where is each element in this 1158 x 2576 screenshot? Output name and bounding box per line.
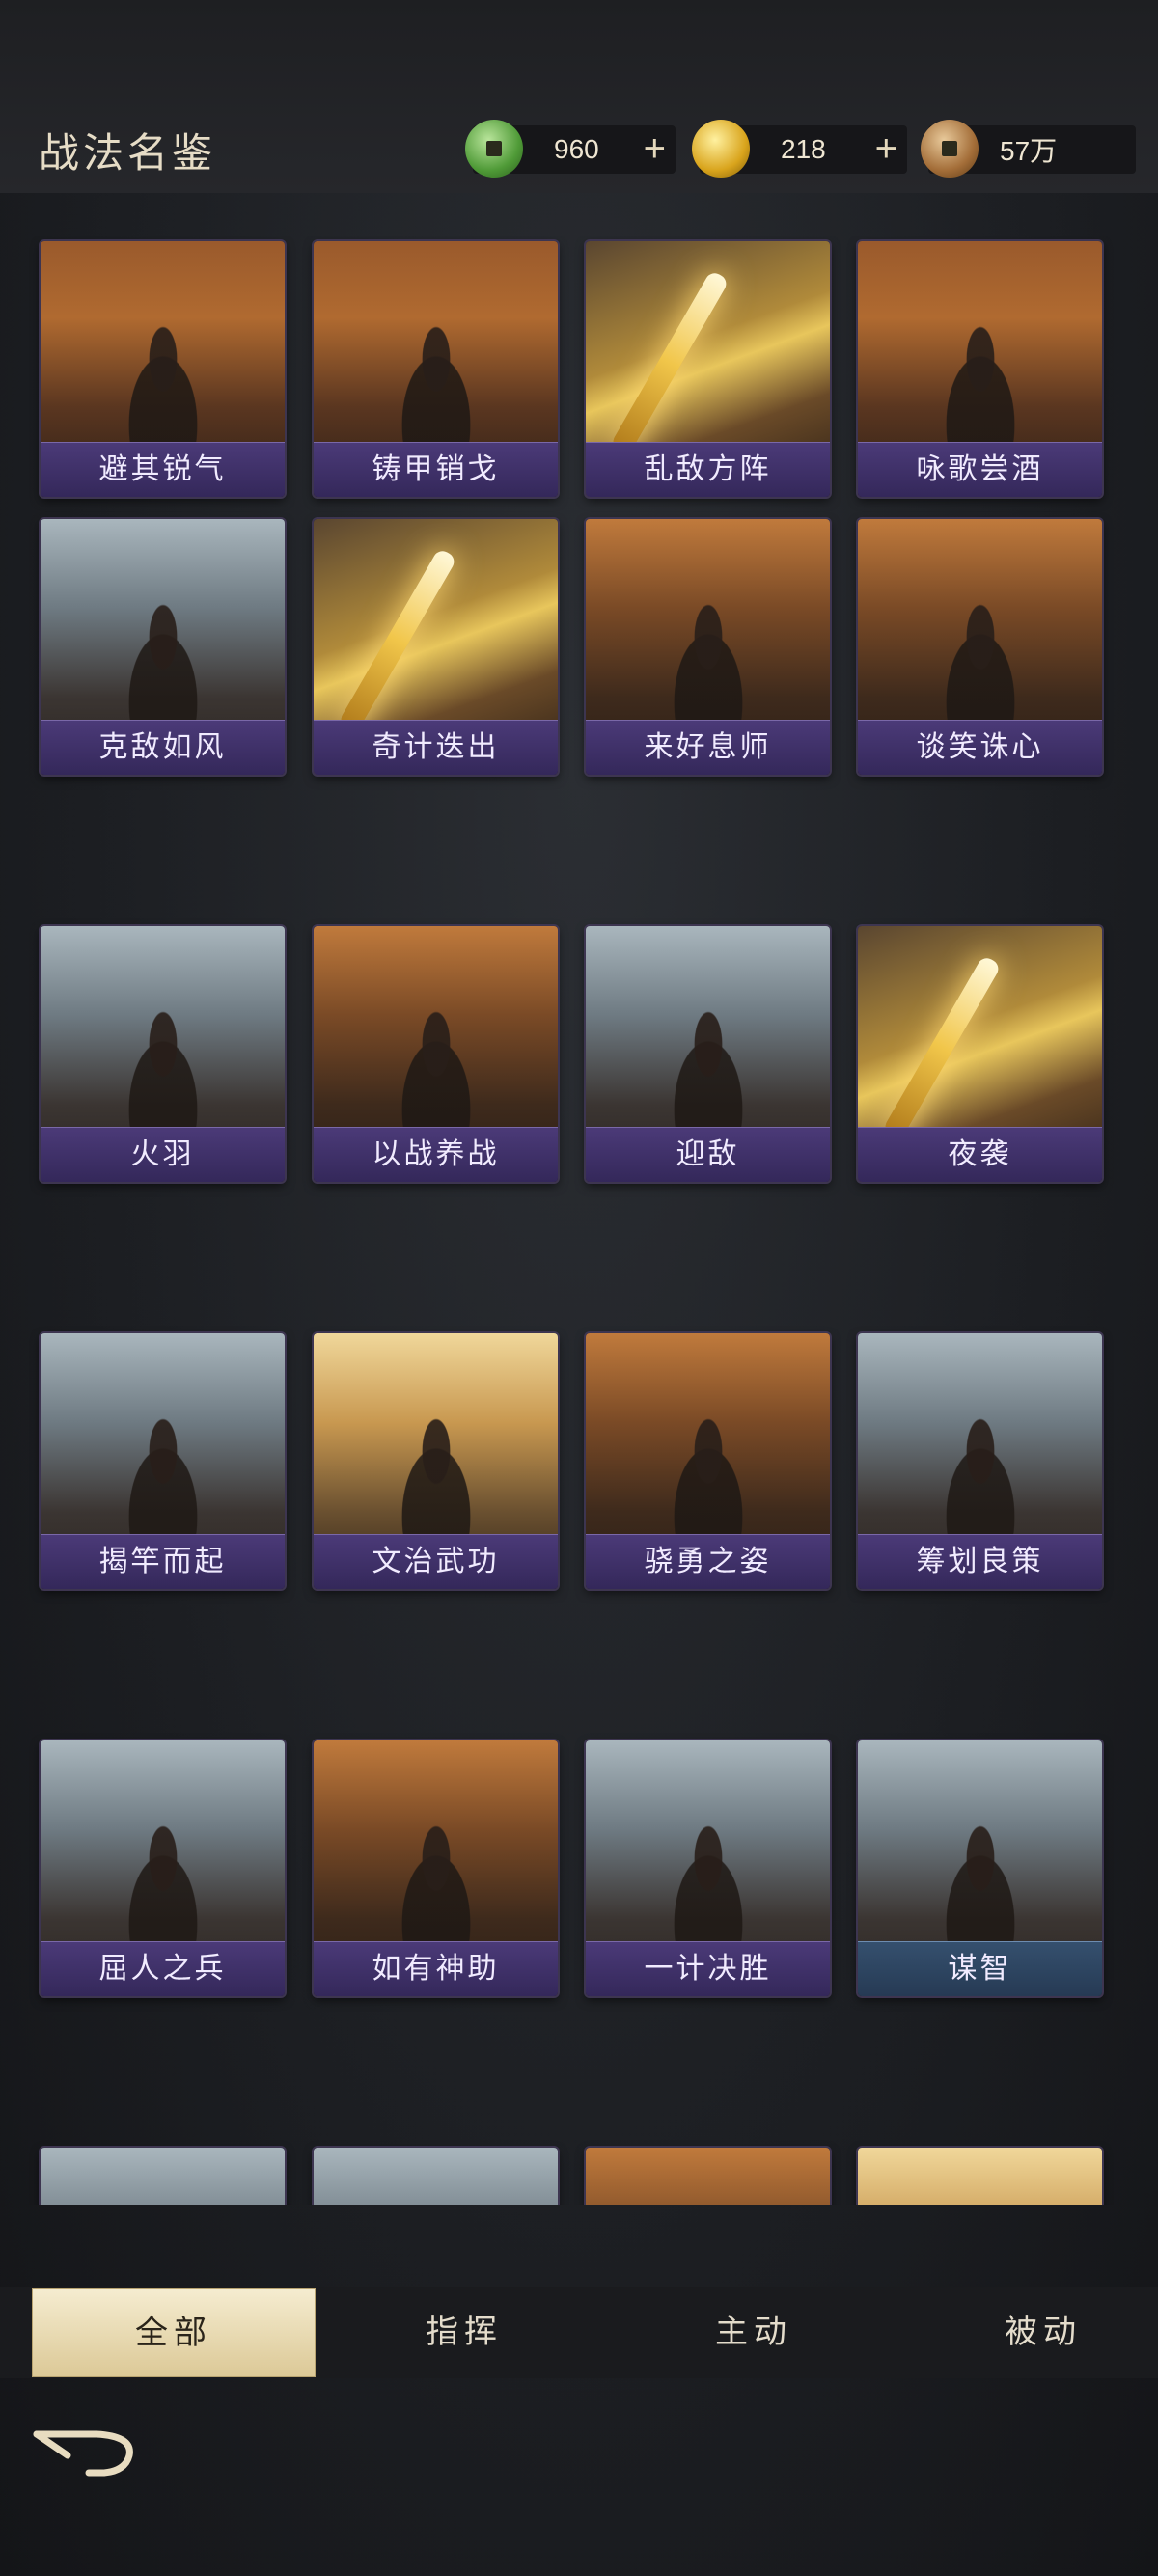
sword-art xyxy=(609,269,730,456)
tactic-card-label: 以战养战 xyxy=(314,1127,558,1182)
tactic-card-label: 避其锐气 xyxy=(41,442,285,497)
add-gold-button[interactable]: + xyxy=(875,129,897,168)
tactic-card[interactable]: 谋智 xyxy=(858,1740,1102,1996)
tab-passive[interactable]: 被动 xyxy=(902,2287,1158,2378)
back-arrow-icon xyxy=(33,2430,133,2477)
tactic-card-label: 揭竿而起 xyxy=(41,1534,285,1589)
tactic-card[interactable]: 筹划良策 xyxy=(858,1333,1102,1589)
tactic-card[interactable]: 奇计迭出 xyxy=(314,519,558,775)
back-button[interactable] xyxy=(29,2417,145,2484)
tactic-card-label: 筹划良策 xyxy=(858,1534,1102,1589)
tactic-card[interactable]: 一计决胜 xyxy=(586,1740,830,1996)
tactic-card[interactable] xyxy=(314,2148,558,2205)
tactic-card-label: 来好息师 xyxy=(586,720,830,775)
resource-value: 57万 xyxy=(1000,136,1058,166)
tactic-card[interactable]: 铸甲销戈 xyxy=(314,241,558,497)
tactic-card[interactable]: 避其锐气 xyxy=(41,241,285,497)
tactic-card-label: 夜袭 xyxy=(858,1127,1102,1182)
tactic-card[interactable]: 火羽 xyxy=(41,926,285,1182)
resource-value: 218 xyxy=(781,134,826,164)
tactic-card[interactable]: 揭竿而起 xyxy=(41,1333,285,1589)
tactic-card[interactable]: 迎敌 xyxy=(586,926,830,1182)
tactic-card-label: 迎敌 xyxy=(586,1127,830,1182)
tactic-card-label: 谈笑诛心 xyxy=(858,720,1102,775)
resource-jade: 960 + xyxy=(465,120,676,178)
tactic-card[interactable]: 如有神助 xyxy=(314,1740,558,1996)
tactic-card-label: 文治武功 xyxy=(314,1534,558,1589)
tactic-card[interactable]: 以战养战 xyxy=(314,926,558,1182)
tactic-card-label: 屈人之兵 xyxy=(41,1941,285,1996)
resource-copper: 57万 xyxy=(921,120,1136,178)
tactic-card-art xyxy=(41,2148,285,2205)
tactic-card-label: 乱敌方阵 xyxy=(586,442,830,497)
tactic-card-label: 一计决胜 xyxy=(586,1941,830,1996)
tactic-card[interactable]: 骁勇之姿 xyxy=(586,1333,830,1589)
tactic-card-label: 骁勇之姿 xyxy=(586,1534,830,1589)
tactic-card[interactable]: 夜袭 xyxy=(858,926,1102,1182)
tactic-card-label: 奇计迭出 xyxy=(314,720,558,775)
tactic-card[interactable]: 乱敌方阵 xyxy=(586,241,830,497)
resource-gold: 218 + xyxy=(692,120,907,178)
tactic-card-label: 咏歌尝酒 xyxy=(858,442,1102,497)
tactic-card[interactable]: 谈笑诛心 xyxy=(858,519,1102,775)
tactic-card-label: 铸甲销戈 xyxy=(314,442,558,497)
tactics-grid: 避其锐气 铸甲销戈 乱敌方阵 咏歌尝酒克敌如风 奇计迭出 来好息师 谈笑诛心火羽 以战养战 迎敌… xyxy=(0,236,1158,2205)
tactic-card-label: 克敌如风 xyxy=(41,720,285,775)
add-jade-button[interactable]: + xyxy=(644,129,666,168)
sword-art xyxy=(337,547,457,734)
tactic-card[interactable] xyxy=(586,2148,830,2205)
tactic-card[interactable] xyxy=(858,2148,1102,2205)
tab-command[interactable]: 指挥 xyxy=(323,2287,605,2378)
tactic-card[interactable]: 咏歌尝酒 xyxy=(858,241,1102,497)
tactic-card[interactable]: 来好息师 xyxy=(586,519,830,775)
tactic-card-art xyxy=(314,2148,558,2205)
tactic-card[interactable]: 屈人之兵 xyxy=(41,1740,285,1996)
tactic-card-label: 如有神助 xyxy=(314,1941,558,1996)
jade-coin-icon xyxy=(465,120,523,178)
page-title: 战法名鉴 xyxy=(39,129,217,177)
tab-active[interactable]: 主动 xyxy=(613,2287,895,2378)
tactic-card[interactable]: 文治武功 xyxy=(314,1333,558,1589)
tactic-card[interactable]: 克敌如风 xyxy=(41,519,285,775)
resource-value: 960 xyxy=(554,134,599,164)
sword-art xyxy=(881,954,1002,1141)
tactic-card-art xyxy=(858,2148,1102,2205)
tactic-card-label: 谋智 xyxy=(858,1941,1102,1996)
tactic-card[interactable] xyxy=(41,2148,285,2205)
tab-all[interactable]: 全部 xyxy=(32,2288,316,2377)
gold-coin-icon xyxy=(692,120,750,178)
copper-coin-icon xyxy=(921,120,979,178)
tactic-card-label: 火羽 xyxy=(41,1127,285,1182)
filter-tabs: 全部 指挥 主动 被动 xyxy=(0,2287,1158,2378)
tactic-card-art xyxy=(586,2148,830,2205)
